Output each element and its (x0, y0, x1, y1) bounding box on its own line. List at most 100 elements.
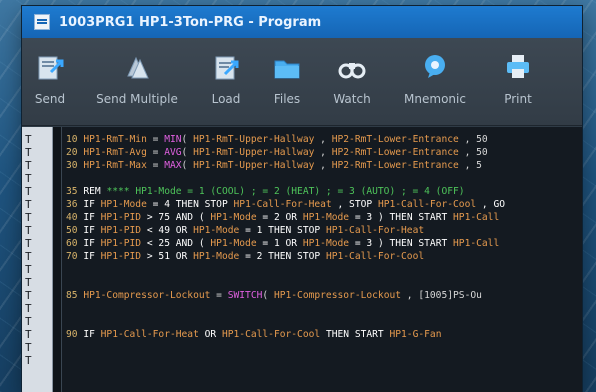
code-line[interactable]: 60 IF HP1-PID < 25 AND ( HP1-Mode = 1 OR… (62, 237, 582, 250)
code-line[interactable]: 85 HP1-Compressor-Lockout = SWITCH( HP1-… (62, 289, 582, 302)
code-line[interactable] (62, 302, 582, 315)
code-area[interactable]: 10 HP1-RmT-Min = MIN( HP1-RmT-Upper-Hall… (62, 127, 582, 392)
code-token: 85 (66, 290, 84, 301)
code-token: 90 (66, 329, 84, 340)
code-line[interactable] (62, 276, 582, 289)
code-token: HP2-RmT-Lower-Entrance (331, 134, 459, 145)
code-token: HP1-Compressor-Lockout (83, 290, 211, 301)
code-token: HP1-G-Fan (389, 329, 442, 340)
code-token: , [1005]PS-Ou (401, 290, 482, 301)
code-line[interactable]: 35 REM **** HP1-Mode = 1 (COOL) ; = 2 (H… (62, 185, 582, 198)
code-token: = (146, 160, 165, 171)
watch-binoculars-icon (337, 50, 367, 84)
code-token: HP1-Call-For-Heat (233, 199, 332, 210)
line-marker: T (25, 224, 32, 237)
code-token: = (146, 147, 165, 158)
mnemonic-button[interactable]: Mnemonic (386, 50, 484, 106)
code-line[interactable] (62, 354, 582, 367)
code-token: HP1-Call-For-Cool (221, 329, 321, 340)
code-token: MIN (164, 134, 182, 145)
line-marker-gutter: TTTTTTTTTTTTTTTTTT (22, 127, 53, 392)
code-token: 60 (66, 238, 84, 249)
code-token: THEN START (320, 329, 390, 340)
code-token: HP1-Compressor-Lockout (273, 290, 402, 301)
code-line[interactable]: 36 IF HP1-Mode = 4 THEN STOP HP1-Call-Fo… (62, 198, 582, 211)
code-token: IF (83, 199, 101, 210)
code-token: HP1-Mode (210, 238, 257, 249)
code-token: 20 (66, 147, 84, 158)
watch-label: Watch (333, 92, 371, 106)
code-token: HP1-Mode (100, 199, 147, 210)
send-icon (35, 50, 65, 84)
code-token: = 1 THEN STOP (239, 225, 326, 236)
code-token: HP1-PID (100, 212, 142, 223)
code-token: HP2-RmT-Lower-Entrance (331, 160, 459, 171)
load-button[interactable]: Load (196, 50, 256, 106)
line-marker: T (25, 328, 32, 341)
toolbar: Send Send Multiple Load Files Watch Mnem… (22, 38, 582, 126)
code-token: < 49 OR (141, 225, 194, 236)
code-line[interactable]: 50 IF HP1-PID < 49 OR HP1-Mode = 1 THEN … (62, 224, 582, 237)
code-token: = (146, 134, 165, 145)
code-token: 70 (66, 251, 84, 262)
code-token: 30 (66, 160, 84, 171)
code-line[interactable]: 20 HP1-RmT-Avg = AVG( HP1-RmT-Upper-Hall… (62, 146, 582, 159)
code-line[interactable]: 40 IF HP1-PID > 75 AND ( HP1-Mode = 2 OR… (62, 211, 582, 224)
code-token: 35 (66, 186, 84, 197)
code-token: ( (181, 134, 194, 145)
line-marker: T (25, 302, 32, 315)
line-marker: T (25, 211, 32, 224)
code-token: , 50 (458, 147, 488, 158)
code-token: = 3 ) THEN START (349, 212, 454, 223)
send-label: Send (34, 92, 66, 106)
send-multiple-icon (122, 50, 152, 84)
print-label: Print (504, 92, 532, 106)
line-marker: T (25, 289, 32, 302)
send-multiple-label: Send Multiple (96, 92, 178, 106)
code-line[interactable] (62, 263, 582, 276)
send-button[interactable]: Send (22, 50, 78, 106)
code-token: ( (181, 160, 194, 171)
code-token: IF (83, 238, 101, 249)
code-line[interactable]: 10 HP1-RmT-Min = MIN( HP1-RmT-Upper-Hall… (62, 133, 582, 146)
code-token: < 25 AND ( (141, 238, 211, 249)
files-label: Files (273, 92, 301, 106)
code-token: HP1-RmT-Upper-Hallway (193, 134, 315, 145)
files-button[interactable]: Files (256, 50, 318, 106)
code-token: HP1-PID (100, 225, 142, 236)
send-multiple-button[interactable]: Send Multiple (78, 50, 196, 106)
code-token: HP1-PID (100, 251, 142, 262)
code-token: = 1 OR (256, 238, 303, 249)
code-line[interactable]: 90 IF HP1-Call-For-Heat OR HP1-Call-For-… (62, 328, 582, 341)
code-token: , STOP (331, 199, 378, 210)
code-token: 40 (66, 212, 84, 223)
print-button[interactable]: Print (484, 50, 552, 106)
code-token: HP1-Mode (193, 251, 240, 262)
line-marker: T (25, 159, 32, 172)
code-line[interactable] (62, 315, 582, 328)
code-token: ( (181, 147, 194, 158)
program-icon (34, 14, 50, 30)
line-marker: T (25, 315, 32, 328)
code-token: , GO (476, 199, 506, 210)
code-token: 50 (66, 225, 84, 236)
code-token: IF (83, 212, 101, 223)
code-token: HP1-Call (453, 212, 500, 223)
code-line[interactable] (62, 341, 582, 354)
code-token: HP1-RmT-Avg (83, 147, 147, 158)
code-line[interactable]: 70 IF HP1-PID > 51 OR HP1-Mode = 2 THEN … (62, 250, 582, 263)
title-bar[interactable]: 1003PRG1 HP1-3Ton-PRG - Program (22, 6, 582, 38)
line-marker: T (25, 237, 32, 250)
code-token: HP1-RmT-Min (83, 134, 147, 145)
code-token: = 4 THEN STOP (146, 199, 234, 210)
code-line[interactable]: 30 HP1-RmT-Max = MAX( HP1-RmT-Upper-Hall… (62, 159, 582, 172)
code-line[interactable] (62, 172, 582, 185)
code-token: HP1-Mode (302, 212, 350, 223)
line-marker: T (25, 250, 32, 263)
line-marker: T (25, 172, 32, 185)
code-token: = (210, 290, 228, 301)
code-editor[interactable]: TTTTTTTTTTTTTTTTTT 10 HP1-RmT-Min = MIN(… (22, 127, 582, 392)
watch-button[interactable]: Watch (318, 50, 386, 106)
code-token: SWITCH (227, 290, 263, 301)
window-title: 1003PRG1 HP1-3Ton-PRG - Program (59, 14, 322, 30)
